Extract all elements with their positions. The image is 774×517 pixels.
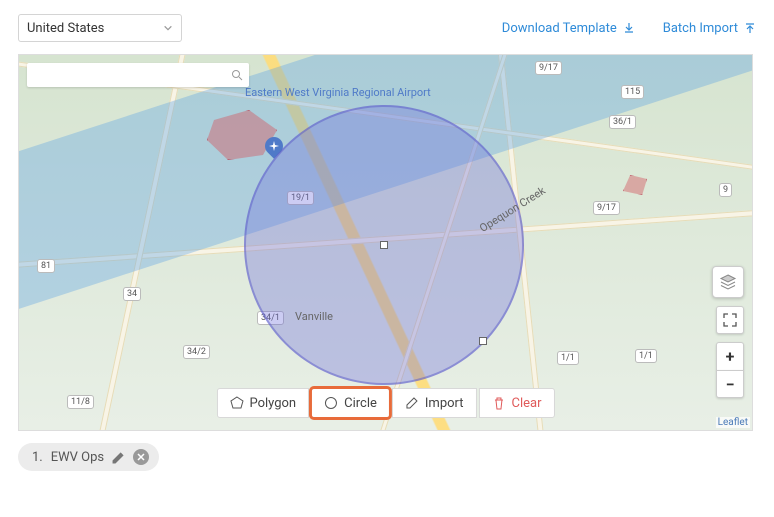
- zone-chip: 1. EWV Ops: [18, 443, 159, 471]
- route-shield: 11/8: [67, 395, 94, 409]
- zone-name: EWV Ops: [51, 450, 104, 465]
- map-attribution[interactable]: Leaflet: [716, 417, 750, 428]
- polygon-icon: [229, 396, 243, 410]
- import-icon: [744, 22, 756, 34]
- route-shield: 81: [37, 259, 55, 273]
- route-shield: 9/17: [593, 201, 620, 215]
- zone-index: 1.: [32, 450, 43, 465]
- clear-tool-label: Clear: [512, 396, 542, 411]
- circle-center-handle[interactable]: [380, 241, 388, 249]
- polygon-tool-button[interactable]: Polygon: [216, 388, 309, 418]
- route-shield: 115: [621, 85, 644, 99]
- batch-import-link[interactable]: Batch Import: [663, 21, 756, 36]
- route-shield: 1/1: [557, 351, 579, 365]
- country-select-value: United States: [27, 21, 163, 36]
- route-shield: 1/1: [635, 349, 657, 363]
- close-icon: [137, 453, 145, 461]
- batch-import-label: Batch Import: [663, 21, 738, 36]
- airport-label: Eastern West Virginia Regional Airport: [245, 87, 431, 99]
- route-shield: 34: [123, 287, 141, 301]
- route-shield: 9: [719, 183, 732, 197]
- zoom-out-button[interactable]: −: [716, 370, 744, 398]
- pencil-icon[interactable]: [112, 451, 125, 464]
- route-shield: 34/2: [183, 345, 210, 359]
- circle-radius-handle[interactable]: [479, 337, 487, 345]
- import-tool-button[interactable]: Import: [392, 388, 477, 418]
- download-icon: [623, 22, 635, 34]
- circle-tool-button[interactable]: Circle: [311, 388, 390, 418]
- clear-tool-button[interactable]: Clear: [479, 388, 555, 418]
- country-select[interactable]: United States: [18, 14, 182, 42]
- route-shield: 9/17: [535, 61, 562, 75]
- map-search-box[interactable]: [27, 63, 249, 87]
- town-label: Vanville: [295, 310, 333, 323]
- layers-button[interactable]: [712, 266, 744, 298]
- trash-icon: [492, 396, 506, 410]
- polygon-tool-label: Polygon: [249, 396, 296, 411]
- chevron-down-icon: [163, 23, 173, 33]
- route-shield: 36/1: [609, 115, 636, 129]
- download-template-link[interactable]: Download Template: [502, 21, 635, 36]
- circle-icon: [324, 396, 338, 410]
- map-search-input[interactable]: [33, 68, 231, 82]
- edit-icon: [405, 396, 419, 410]
- import-tool-label: Import: [425, 396, 464, 411]
- zoom-in-button[interactable]: +: [716, 342, 744, 370]
- remove-zone-button[interactable]: [133, 449, 149, 465]
- expand-icon: [723, 313, 737, 327]
- fullscreen-button[interactable]: [716, 306, 744, 334]
- circle-tool-label: Circle: [344, 396, 377, 411]
- download-template-label: Download Template: [502, 21, 617, 36]
- drawing-toolbar: Polygon Circle Import Clear: [216, 388, 554, 418]
- search-icon: [231, 69, 243, 81]
- map-area[interactable]: 9/17 9/17 36/1 115 19/1 34/1 34/2 34 11/…: [18, 54, 753, 431]
- layers-icon: [719, 273, 737, 291]
